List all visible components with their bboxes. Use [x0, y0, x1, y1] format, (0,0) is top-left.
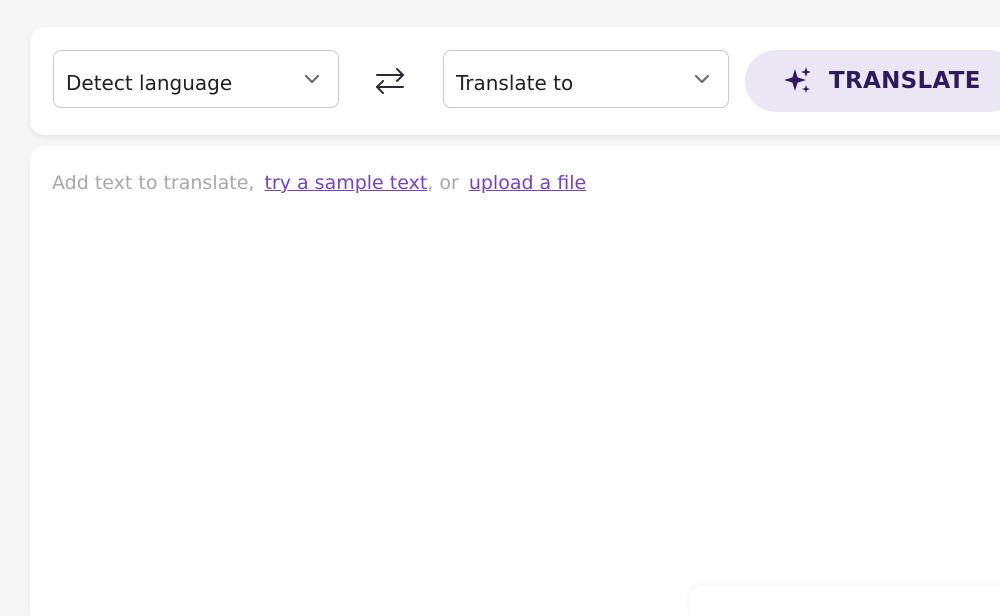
sparkle-icon [784, 67, 811, 93]
target-language-value: Translate to [456, 71, 574, 95]
try-sample-text-link[interactable]: try a sample text [264, 172, 427, 194]
bottom-panel-edge [690, 586, 1000, 616]
chevron-down-icon [694, 74, 710, 84]
target-language-select[interactable]: Translate to [443, 50, 729, 108]
source-text-editor[interactable]: Add text to translate, try a sample text,… [30, 146, 1000, 616]
chevron-down-icon [304, 74, 320, 84]
hint-middle: , or [427, 172, 459, 194]
translation-toolbar: Detect language Translate to TRANSLATE [30, 27, 1000, 135]
editor-placeholder-hint: Add text to translate, try a sample text,… [52, 172, 586, 194]
source-language-value: Detect language [66, 71, 233, 95]
swap-arrows-icon[interactable] [371, 65, 409, 97]
upload-file-link[interactable]: upload a file [469, 172, 586, 194]
hint-prefix: Add text to translate, [52, 172, 255, 194]
translate-button-label: TRANSLATE [829, 68, 981, 94]
source-language-select[interactable]: Detect language [53, 50, 339, 108]
translate-button[interactable]: TRANSLATE [745, 50, 1000, 112]
